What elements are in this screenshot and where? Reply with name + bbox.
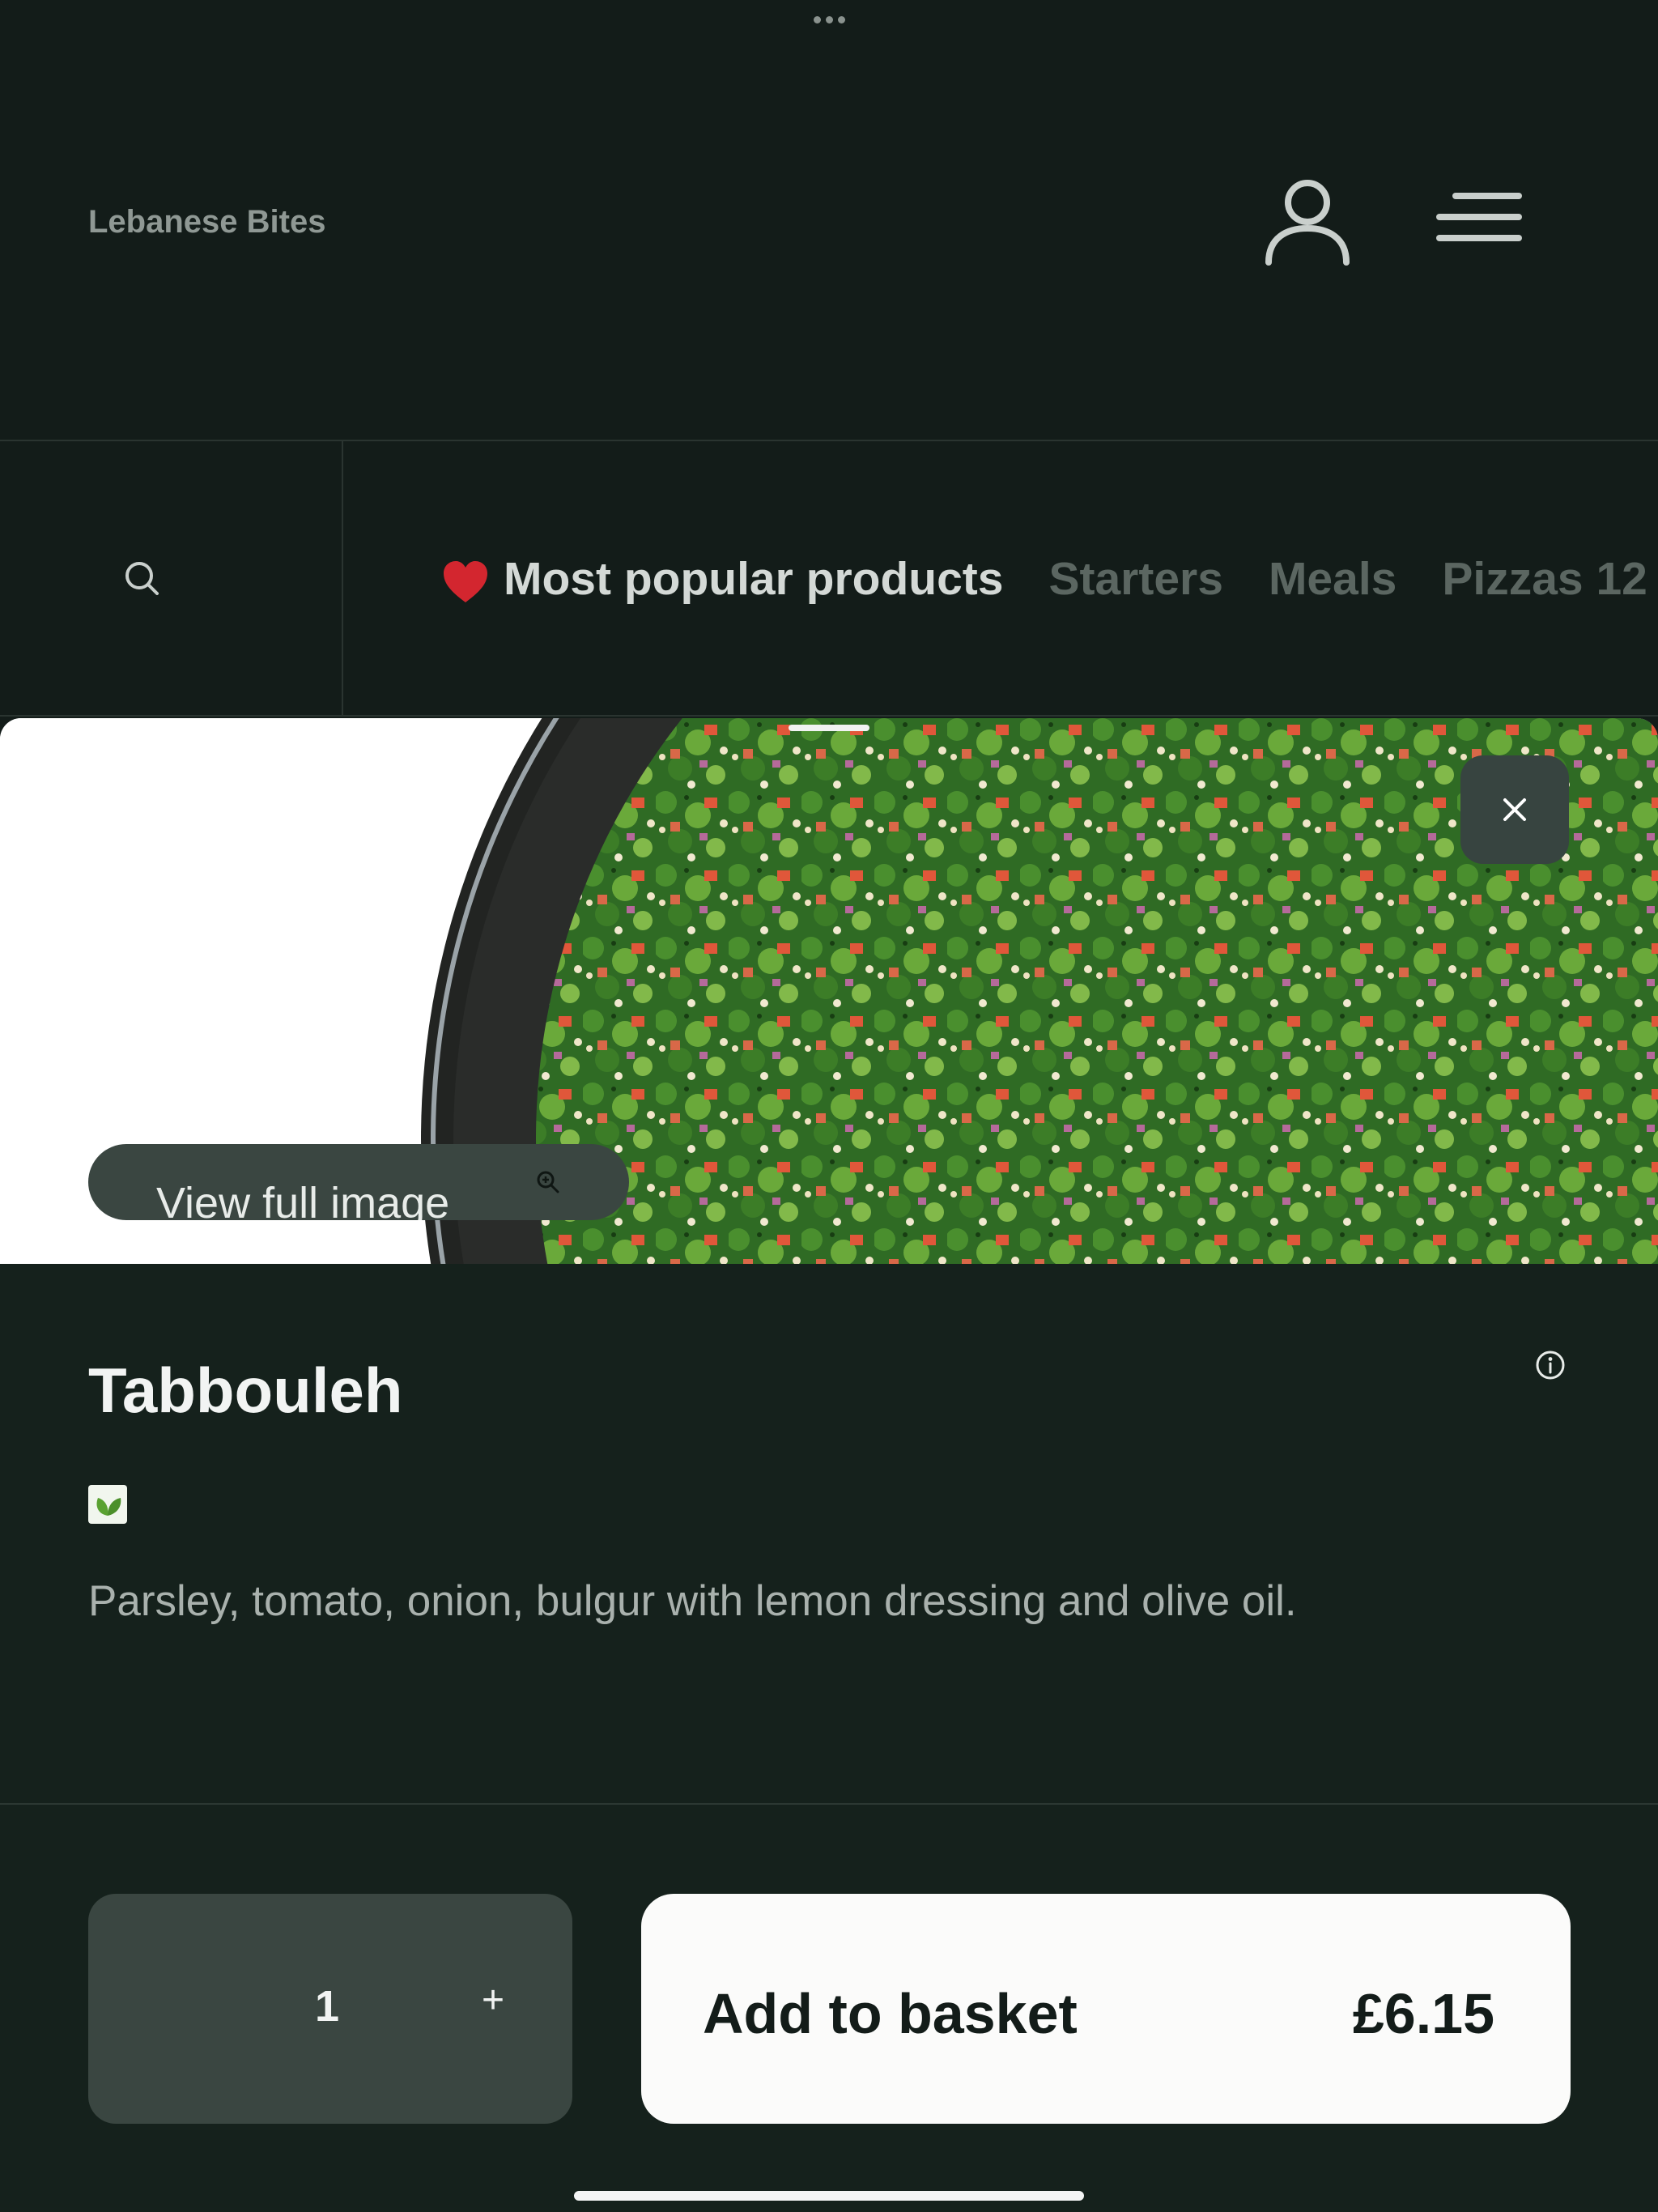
- more-options-icon[interactable]: [809, 11, 849, 28]
- category-divider: [0, 715, 1658, 717]
- product-price: £6.15: [1352, 1982, 1494, 2045]
- tab-label: Most popular products: [504, 553, 1004, 605]
- heart-icon: [444, 560, 487, 602]
- info-icon[interactable]: [1535, 1350, 1566, 1380]
- search-button[interactable]: [0, 441, 343, 717]
- hamburger-menu-icon[interactable]: [1435, 185, 1524, 249]
- add-to-basket-label: Add to basket: [703, 1982, 1078, 2045]
- tab-most-popular[interactable]: Most popular products: [442, 552, 1003, 606]
- tab-pizzas[interactable]: Pizzas 12: [1442, 552, 1647, 606]
- close-icon: [1503, 798, 1526, 821]
- product-description: Parsley, tomato, onion, bulgur with lemo…: [88, 1577, 1297, 1625]
- vegetarian-leaf-icon: [88, 1485, 127, 1524]
- user-icon[interactable]: [1259, 172, 1356, 269]
- tab-meals[interactable]: Meals: [1269, 552, 1397, 606]
- quantity-stepper[interactable]: 1 +: [88, 1894, 572, 2124]
- add-to-basket-button[interactable]: Add to basket £6.15: [641, 1894, 1571, 2124]
- close-button[interactable]: [1460, 755, 1569, 864]
- quantity-value: 1: [315, 1982, 340, 2031]
- app-header: Lebanese Bites: [0, 0, 1658, 440]
- view-full-image-button[interactable]: View full image: [88, 1144, 629, 1220]
- view-full-image-label: View full image: [156, 1179, 450, 1220]
- product-sheet: View full image Tabbouleh Parsley, tomat…: [0, 718, 1658, 2212]
- home-indicator: [574, 2191, 1084, 2201]
- category-bar: Most popular products Starters Meals Piz…: [0, 441, 1658, 717]
- tab-starters[interactable]: Starters: [1048, 552, 1222, 606]
- search-icon: [125, 562, 159, 595]
- drag-handle[interactable]: [789, 725, 869, 731]
- brand-name[interactable]: Lebanese Bites: [88, 204, 325, 240]
- product-title: Tabbouleh: [88, 1355, 403, 1426]
- zoom-in-icon: [537, 1171, 559, 1193]
- category-tabs: Most popular products Starters Meals Piz…: [442, 547, 1658, 611]
- increase-quantity-button[interactable]: +: [469, 1978, 517, 2023]
- footer-divider: [0, 1803, 1658, 1805]
